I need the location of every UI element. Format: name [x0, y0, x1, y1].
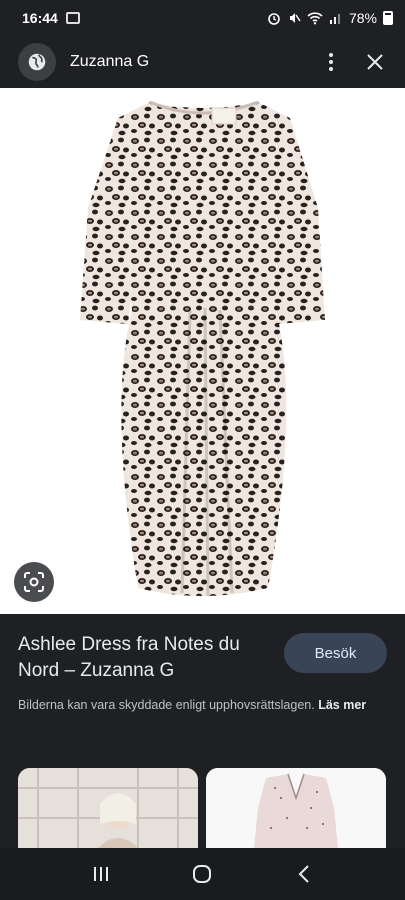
page-title: Zuzanna G — [70, 53, 150, 70]
battery-percent: 78% — [348, 10, 377, 26]
recents-icon[interactable] — [86, 859, 116, 889]
visit-button[interactable]: Besök — [284, 633, 387, 673]
related-image-right[interactable] — [206, 768, 386, 848]
mute-icon — [289, 13, 301, 23]
more-vert-icon[interactable] — [319, 50, 343, 74]
back-icon[interactable] — [289, 859, 319, 889]
signal-icon — [329, 14, 340, 24]
related-image-right-graphic — [206, 768, 386, 848]
related-image-left[interactable] — [18, 768, 198, 848]
wifi-icon — [307, 12, 323, 25]
battery-icon — [383, 11, 393, 25]
gallery-notification-icon — [65, 12, 80, 24]
app-header: Zuzanna G — [0, 36, 405, 88]
result-image[interactable] — [0, 88, 405, 614]
close-icon[interactable] — [363, 50, 387, 74]
read-more-link[interactable]: Läs mer — [318, 698, 366, 712]
status-bar: 16:44 78% — [0, 0, 405, 36]
system-nav-bar — [0, 848, 405, 900]
status-icons: 78% — [267, 10, 393, 26]
related-image-left-graphic — [18, 768, 198, 848]
result-headline[interactable]: Ashlee Dress fra Notes du Nord – Zuzanna… — [18, 632, 276, 684]
lens-icon[interactable] — [14, 562, 54, 602]
copyright-notice: Bilderna kan vara skyddade enligt upphov… — [18, 696, 387, 714]
result-info: Ashlee Dress fra Notes du Nord – Zuzanna… — [0, 614, 405, 764]
alarm-icon — [268, 13, 280, 25]
copyright-text: Bilderna kan vara skyddade enligt upphov… — [18, 698, 315, 712]
home-icon[interactable] — [187, 859, 217, 889]
status-time: 16:44 — [22, 10, 58, 26]
globe-icon — [18, 43, 56, 81]
dress-image — [80, 100, 325, 597]
